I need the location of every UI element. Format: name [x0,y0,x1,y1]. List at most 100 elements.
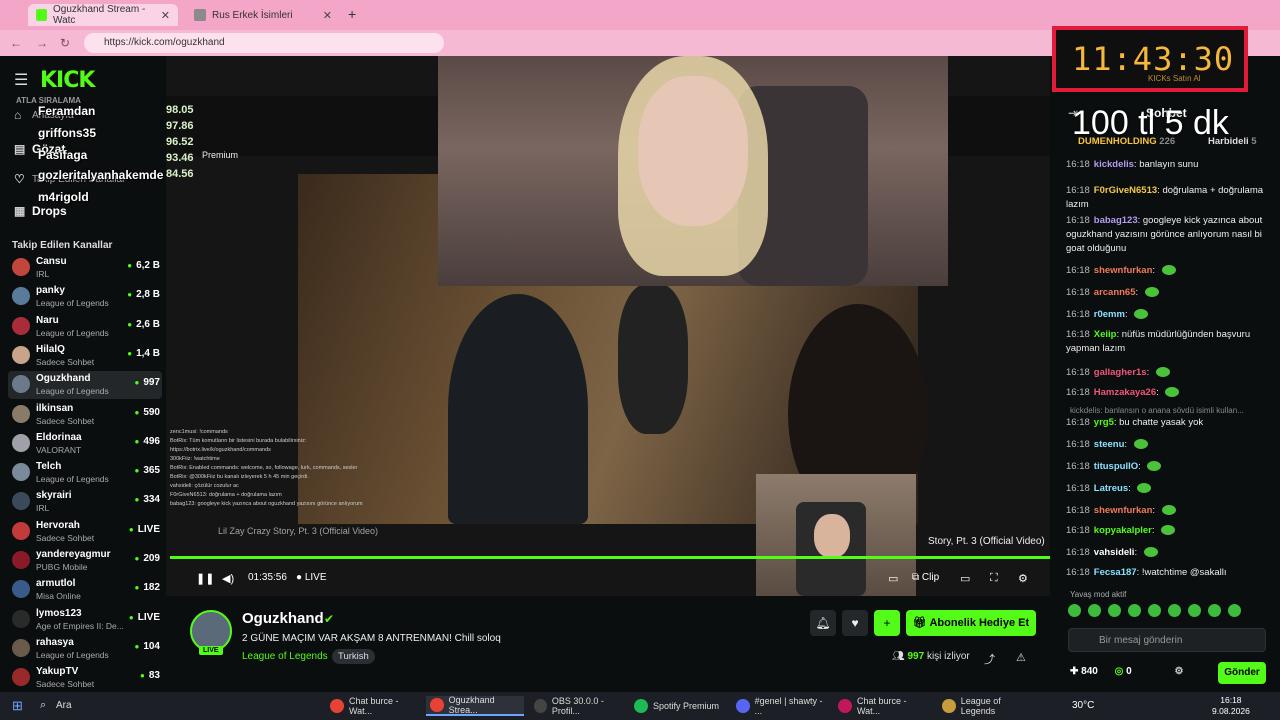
settings-icon[interactable]: ⚙ [1018,572,1028,585]
sidebar-channel-hervorah[interactable]: HervorahSadece Sohbet LIVE [8,518,162,546]
sidebar-channel-armutlol[interactable]: armutlolMisa Online 182 [8,576,162,604]
sidebar-channel-yandereyagmur[interactable]: yandereyagmur PUBG Mobile 209 [8,547,162,575]
message-user[interactable]: Hamzakaya26 [1094,387,1156,398]
message-user[interactable]: shewnfurkan [1094,265,1153,276]
message-user[interactable]: r0emm [1094,309,1125,320]
tab-oguzkhand[interactable]: Oguzkhand Stream - Watc ✕ [28,4,178,26]
taskbar-app[interactable]: Spotify Premium [630,696,728,716]
message-user[interactable]: Xeiip [1094,329,1117,340]
chat-settings-icon[interactable]: ⚙ [1175,666,1184,677]
taskbar-app[interactable]: OBS 30.0.0 - Profil... [530,696,628,716]
emote-icon[interactable] [1148,604,1161,617]
colon: : [1146,367,1152,378]
taskbar-app[interactable]: League of Legends [938,696,1036,716]
emote-icon[interactable] [1168,604,1181,617]
channel-category: IRL [36,269,50,279]
emote-icon[interactable] [1128,604,1141,617]
menu-drops[interactable]: ▦ Drops [14,204,67,218]
chat-input[interactable]: Bir mesaj gönderin [1068,628,1266,652]
kick-logo[interactable]: KICK [40,68,95,93]
follow-button[interactable]: ♥ [842,610,868,636]
pause-icon[interactable]: ❚❚ [196,572,214,585]
pip-icon[interactable]: ▭ [888,572,898,585]
message-user[interactable]: tituspullO [1094,461,1138,472]
overlay-chat-line: 300kFiiz: !watchtime [170,456,220,462]
back-icon[interactable]: ← [10,36,22,50]
message-user[interactable]: steenu [1094,439,1125,450]
message-user[interactable]: yrg5 [1094,417,1114,428]
url-input[interactable]: https://kick.com/oguzkhand [84,33,444,53]
sidebar-channel-ilkinsan[interactable]: ilkinsanSadece Sohbet 590 [8,401,162,429]
taskbar-app[interactable]: #genel | shawty - ... [732,696,830,716]
emote-icon[interactable] [1188,604,1201,617]
message-user[interactable]: F0rGiveN6513 [1094,185,1157,196]
forward-icon[interactable]: → [36,36,48,50]
emote-icon[interactable] [1208,604,1221,617]
message-user[interactable]: babag123 [1094,215,1138,226]
sidebar-channel-telch[interactable]: TelchLeague of Legends 365 [8,459,162,487]
sidebar-channel-lymos123[interactable]: lymos123Age of Empires II: De... LIVE [8,606,162,634]
progress-bar[interactable] [170,556,1050,559]
emote-icon[interactable] [1228,604,1241,617]
message-user[interactable]: vahsideli [1094,547,1135,558]
subscribe-button[interactable]: + [874,610,900,636]
sidebar-channel-hilalq[interactable]: HilalQSadece Sohbet 1,4 B [8,342,162,370]
theater-icon[interactable]: ▭ [960,572,970,585]
message-user[interactable]: gallagher1s [1094,367,1147,378]
message-user[interactable]: Fecsa187 [1094,567,1137,578]
report-icon[interactable]: ⚠ [1016,651,1026,664]
start-icon[interactable]: ⊞ [12,698,23,714]
taskbar-app[interactable]: Chat burce - Wat... [326,696,424,716]
avatar [12,463,30,482]
clip-button[interactable]: ⧉ Clip [912,572,939,583]
viewer-count: 👥︎ 997 kişi izliyor [892,651,970,662]
stream-category[interactable]: League of Legends [242,651,328,662]
message-user[interactable]: kickdelis [1094,159,1134,170]
channel-category: VALORANT [36,444,82,455]
gift-sub-button[interactable]: 🎁︎ Abonelik Hediye Et [906,610,1036,636]
notification-button[interactable]: 🔔︎ [810,610,836,636]
language-tag[interactable]: Turkish [332,649,375,664]
emote-icon[interactable] [1088,604,1101,617]
channel-category: IRL [36,503,50,514]
emote-bar[interactable] [1068,604,1268,618]
close-tab-icon[interactable]: ✕ [161,9,170,22]
channel-name: HilalQ [36,343,65,355]
sidebar-channel-eldorinaa[interactable]: EldorinaaVALORANT 496 [8,430,162,458]
overlay-chat-line: zenc1musi: !commands [170,429,228,435]
fullscreen-icon[interactable]: ⛶ [990,572,998,585]
send-button[interactable]: Gönder [1218,662,1266,684]
emote-icon[interactable] [1108,604,1121,617]
emote-icon[interactable] [1068,604,1081,617]
channel-viewers: 365 [134,465,160,476]
sidebar-channel-oguzkhand[interactable]: OguzkhandLeague of Legends 997 [8,371,162,400]
sidebar-channel-panky[interactable]: pankyLeague of Legends 2,8 B [8,283,162,311]
video-player[interactable]: Premium 98.05 97.86 96.52 93.46 84.56 ze… [166,56,1050,596]
streamer-name[interactable]: Oguzkhand [242,610,324,627]
close-tab-icon[interactable]: ✕ [323,9,332,22]
message-user[interactable]: Latreus [1094,483,1128,494]
menu-icon[interactable]: ☰ [14,70,28,90]
sidebar-channel-yakuptv[interactable]: YakupTVSadece Sohbet 83 [8,664,162,692]
player-controls: ❚❚ ◀) 01:35:56 ● LIVE ▭ ⧉ Clip ▭ ⛶ ⚙ [166,566,1050,594]
channel-viewers: 209 [134,553,160,564]
taskbar-app[interactable]: Chat burce - Wat... [834,696,932,716]
message-user[interactable]: shewnfurkan [1094,505,1153,516]
sidebar-channel-skyrairi[interactable]: skyrairiIRL 334 [8,488,162,516]
chat-message: 16:18 yrg5: bu chatte yasak yok [1066,416,1276,430]
sidebar-channel-rahasya[interactable]: rahasyaLeague of Legends 104 [8,635,162,663]
message-user[interactable]: arcann65 [1094,287,1136,298]
share-icon[interactable]: ⤴ [984,651,995,667]
volume-icon[interactable]: ◀) [222,572,234,585]
search-icon[interactable]: ⌕ [40,699,46,712]
taskbar-app[interactable]: Oguzkhand Strea... [426,695,524,716]
reload-icon[interactable]: ↻ [60,36,70,50]
message-user[interactable]: kopyakalpler [1094,525,1152,536]
sidebar-channel-naru[interactable]: NaruLeague of Legends 2,6 B [8,313,162,341]
chat-message: 16:18 gallagher1s: [1066,366,1276,380]
tab-rus-erkek[interactable]: Rus Erkek İsimleri ✕ [186,4,340,26]
taskbar-search[interactable]: Ara [56,700,72,711]
app-label: Chat burce - Wat... [856,696,907,716]
new-tab-button[interactable]: + [348,6,356,22]
sidebar-channel-cansu[interactable]: Cansu IRL 6,2 B [8,254,162,282]
